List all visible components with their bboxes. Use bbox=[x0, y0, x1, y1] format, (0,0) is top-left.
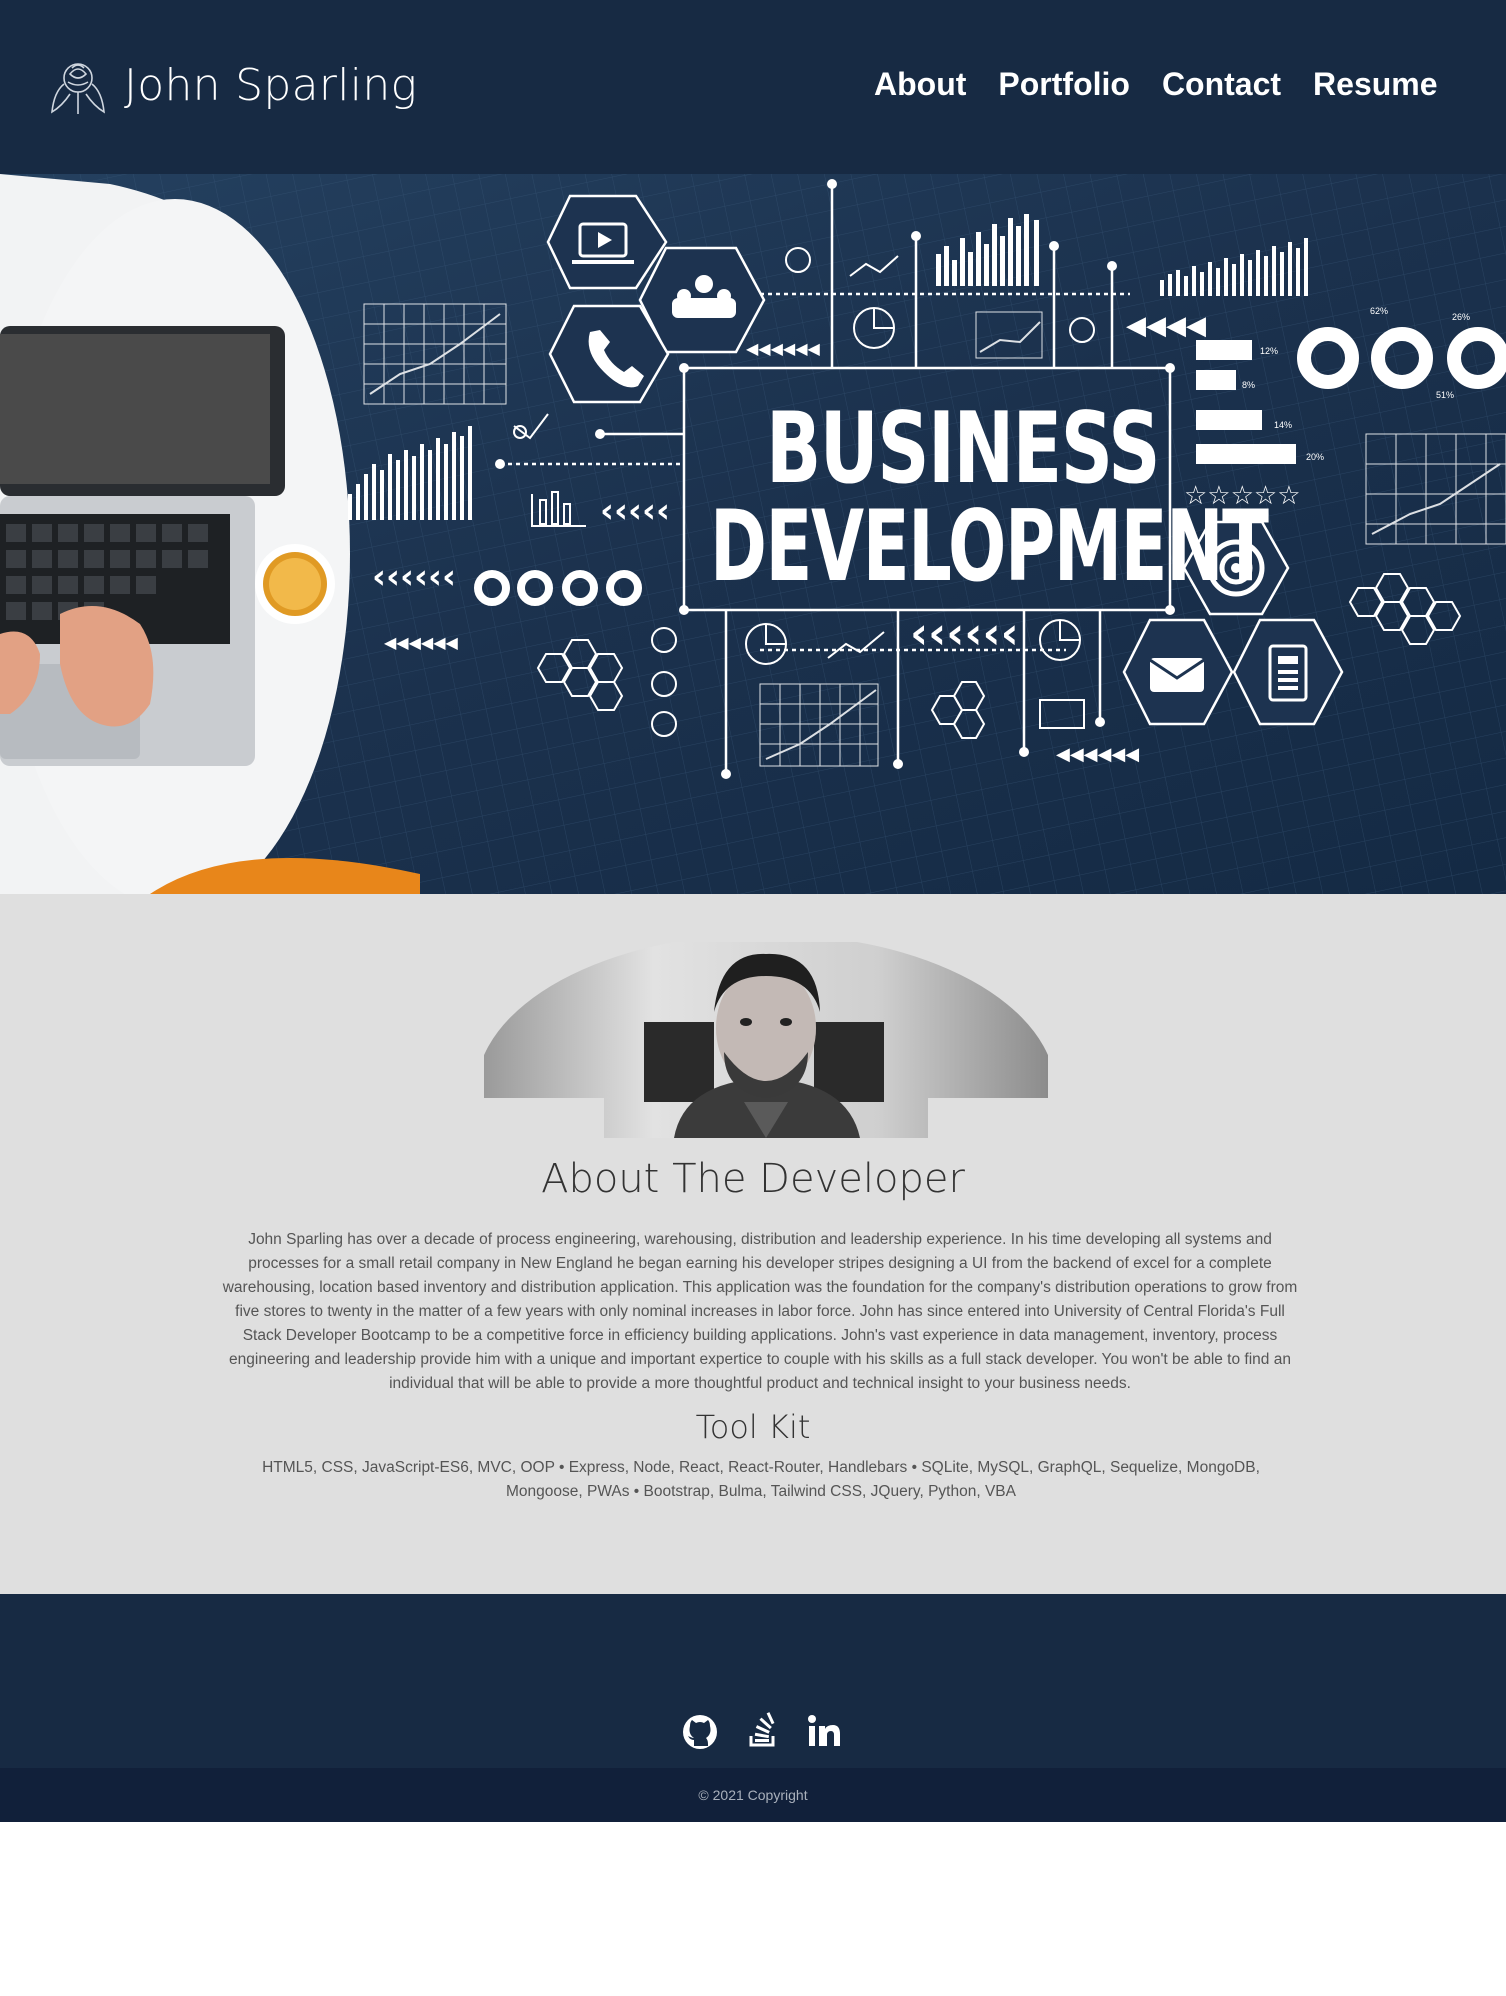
svg-text:‹‹‹‹‹‹: ‹‹‹‹‹‹ bbox=[372, 557, 456, 597]
github-icon[interactable] bbox=[680, 1712, 720, 1752]
copyright-bar: © 2021 Copyright bbox=[0, 1768, 1506, 1822]
site-footer bbox=[0, 1594, 1506, 1768]
stackoverflow-icon[interactable] bbox=[742, 1712, 782, 1752]
hero-banner: 62% 26% 51% 12% 8% 14% 20% ‹‹‹‹‹‹ ‹‹‹‹‹ … bbox=[0, 174, 1506, 894]
svg-text:◀◀◀◀◀◀: ◀◀◀◀◀◀ bbox=[384, 633, 459, 652]
pct-label: 12% bbox=[1260, 346, 1278, 356]
social-links bbox=[680, 1712, 844, 1752]
svg-text:‹‹‹‹‹‹: ‹‹‹‹‹‹ bbox=[910, 608, 1019, 659]
pct-label: 20% bbox=[1306, 452, 1324, 462]
pct-label: 8% bbox=[1242, 380, 1255, 390]
svg-text:◀◀◀◀◀◀: ◀◀◀◀◀◀ bbox=[1056, 744, 1139, 765]
nav-contact[interactable]: Contact bbox=[1162, 66, 1281, 110]
site-header: John Sparling About Portfolio Contact Re… bbox=[0, 0, 1506, 174]
nav-resume[interactable]: Resume bbox=[1313, 66, 1438, 110]
brand-name[interactable]: John Sparling bbox=[124, 60, 417, 111]
pct-label: 26% bbox=[1452, 312, 1470, 322]
hero-line-2: DEVELOPMENT bbox=[710, 490, 1269, 604]
linkedin-icon[interactable] bbox=[804, 1712, 844, 1752]
pct-label: 62% bbox=[1370, 306, 1388, 316]
nav-about[interactable]: About bbox=[874, 66, 966, 110]
pct-label: 14% bbox=[1274, 420, 1292, 430]
pct-label: 51% bbox=[1436, 390, 1454, 400]
toolkit-list: HTML5, CSS, JavaScript-ES6, MVC, OOP • E… bbox=[262, 1459, 1260, 1500]
about-title: About The Developer bbox=[541, 1156, 965, 1202]
svg-text:‹‹‹‹‹: ‹‹‹‹‹ bbox=[600, 491, 670, 531]
about-paragraph: John Sparling has over a decade of proce… bbox=[222, 1231, 1298, 1392]
hero-line-1: BUSINESS bbox=[766, 392, 1160, 506]
about-section: About The Developer John Sparling has ov… bbox=[0, 894, 1506, 1594]
nav-portfolio[interactable]: Portfolio bbox=[998, 66, 1130, 110]
rose-logo-icon[interactable] bbox=[46, 54, 110, 118]
developer-photo bbox=[484, 942, 1048, 1138]
copyright-text: © 2021 Copyright bbox=[698, 1787, 808, 1803]
svg-text:◀◀◀◀: ◀◀◀◀ bbox=[1126, 311, 1206, 341]
svg-text:◀◀◀◀◀◀: ◀◀◀◀◀◀ bbox=[746, 339, 821, 358]
main-nav: About Portfolio Contact Resume bbox=[874, 66, 1438, 110]
toolkit-title: Tool Kit bbox=[695, 1408, 811, 1446]
